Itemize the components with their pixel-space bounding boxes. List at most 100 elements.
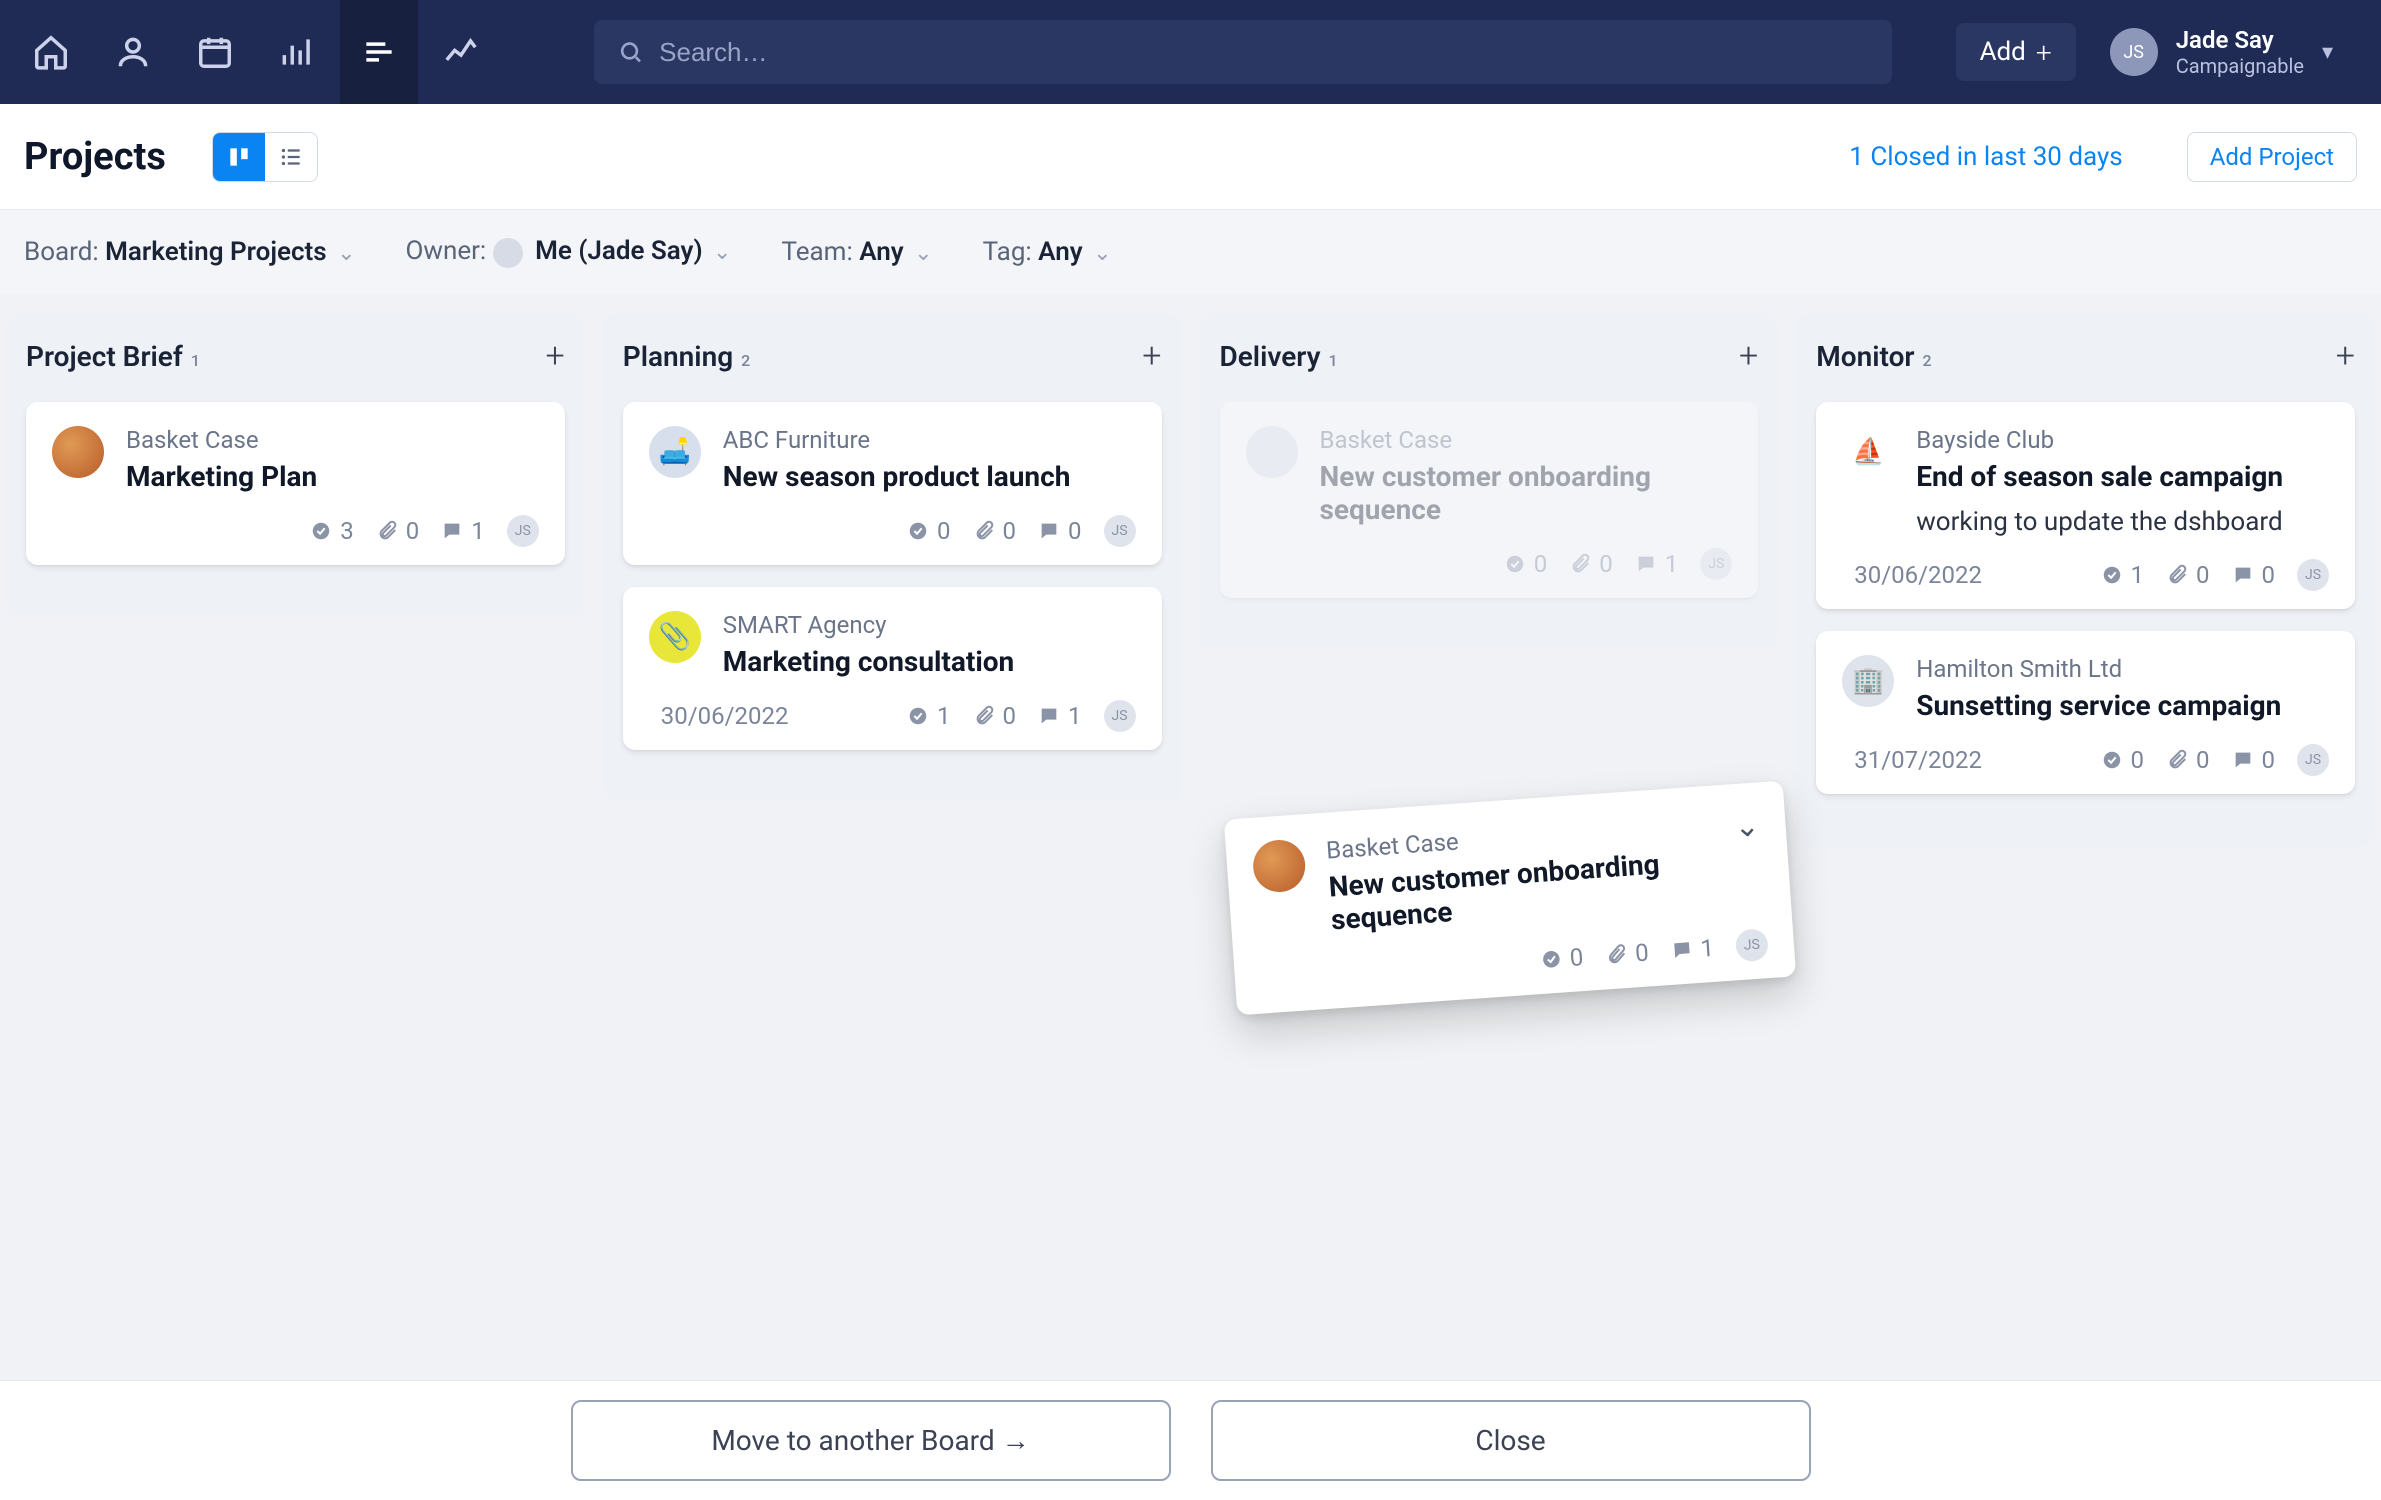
- chevron-down-icon: ⌄: [337, 241, 355, 266]
- team-filter[interactable]: Team: Any ⌄: [781, 237, 932, 267]
- column-count: 2: [741, 351, 750, 370]
- add-project-button[interactable]: Add Project: [2187, 132, 2357, 182]
- closed-link[interactable]: 1 Closed in last 30 days: [1849, 142, 2122, 172]
- column-count: 1: [191, 351, 200, 370]
- assignee-avatar-icon: JS: [507, 515, 539, 547]
- user-menu[interactable]: JS Jade Say Campaignable ▾: [2110, 26, 2363, 78]
- card-title: Marketing Plan: [126, 460, 539, 493]
- board-column: Project Brief1+ Basket Case Marketing Pl…: [6, 314, 585, 617]
- card-title: New season product launch: [723, 460, 1136, 493]
- user-avatar: JS: [2110, 28, 2158, 76]
- nav-list-icon[interactable]: [340, 0, 418, 104]
- search-input[interactable]: [659, 37, 1867, 68]
- assignee-avatar-icon: JS: [1104, 515, 1136, 547]
- client-avatar-icon: [1246, 426, 1298, 478]
- assignee-avatar-icon: JS: [1700, 548, 1732, 580]
- card-attachments: 0: [2166, 746, 2210, 774]
- card-attachments: 0: [973, 702, 1017, 730]
- card-title: Marketing consultation: [723, 645, 1136, 678]
- chevron-down-icon: ⌄: [914, 241, 932, 266]
- card-attachments: 0: [376, 517, 420, 545]
- chevron-down-icon[interactable]: ⌄: [1733, 808, 1761, 845]
- client-avatar-icon: [52, 426, 104, 478]
- assignee-avatar-icon: JS: [2297, 559, 2329, 591]
- column-title: Delivery: [1220, 340, 1321, 373]
- page-title: Projects: [24, 135, 166, 179]
- owner-avatar-icon: [493, 238, 523, 268]
- bottom-action-bar: Move to another Board → Close: [0, 1380, 2381, 1500]
- project-card[interactable]: Basket Case New customer onboarding sequ…: [1220, 402, 1759, 598]
- project-card[interactable]: Basket Case Marketing Plan 3 0 1: [26, 402, 565, 565]
- page-header: Projects 1 Closed in last 30 days Add Pr…: [0, 104, 2381, 210]
- plus-icon: +: [2036, 36, 2052, 69]
- card-comments: 1: [1038, 702, 1082, 730]
- nav-calendar-icon[interactable]: [176, 0, 254, 104]
- card-comments: 1: [1670, 934, 1715, 965]
- board-filter[interactable]: Board: Marketing Projects ⌄: [24, 237, 356, 267]
- client-avatar-icon: 🏢: [1842, 655, 1894, 707]
- card-checks: 1: [2101, 561, 2145, 589]
- card-comments: 1: [1635, 550, 1679, 578]
- filter-bar: Board: Marketing Projects ⌄ Owner: Me (J…: [0, 210, 2381, 294]
- client-avatar-icon: 🛋️: [649, 426, 701, 478]
- column-count: 1: [1329, 351, 1338, 370]
- nav-home-icon[interactable]: [12, 0, 90, 104]
- column-count: 2: [1923, 351, 1932, 370]
- client-name: Basket Case: [126, 426, 539, 454]
- dragging-card[interactable]: ⌄ Basket Case New customer onboarding se…: [1224, 781, 1796, 1016]
- project-card[interactable]: 🛋️ ABC Furniture New season product laun…: [623, 402, 1162, 565]
- add-card-button[interactable]: +: [2336, 336, 2355, 376]
- card-attachments: 0: [2166, 561, 2210, 589]
- card-title: Sunsetting service campaign: [1916, 689, 2329, 722]
- project-card[interactable]: ⛵ Bayside Club End of season sale campai…: [1816, 402, 2355, 609]
- assignee-avatar-icon: JS: [1735, 928, 1769, 962]
- project-card[interactable]: 🏢 Hamilton Smith Ltd Sunsetting service …: [1816, 631, 2355, 794]
- card-checks: 0: [1504, 550, 1548, 578]
- owner-filter[interactable]: Owner: Me (Jade Say) ⌄: [406, 236, 732, 267]
- list-view-toggle[interactable]: [265, 133, 317, 181]
- list-icon: [278, 144, 304, 170]
- card-comments: 0: [2232, 561, 2276, 589]
- client-avatar-icon: [1251, 838, 1307, 894]
- move-board-button[interactable]: Move to another Board →: [571, 1400, 1171, 1481]
- tag-filter[interactable]: Tag: Any ⌄: [983, 237, 1112, 267]
- kanban-board: Project Brief1+ Basket Case Marketing Pl…: [0, 294, 2381, 866]
- close-button[interactable]: Close: [1211, 1400, 1811, 1481]
- board-column: Delivery 1 + Basket Case New customer onbo…: [1200, 314, 1779, 650]
- add-card-button[interactable]: +: [1142, 336, 1161, 376]
- card-checks: 0: [907, 517, 951, 545]
- add-card-button[interactable]: +: [1739, 336, 1758, 376]
- client-name: Hamilton Smith Ltd: [1916, 655, 2329, 683]
- client-name: Bayside Club: [1916, 426, 2329, 454]
- card-date: 30/06/2022: [649, 702, 789, 730]
- project-card[interactable]: 📎 SMART Agency Marketing consultation 30…: [623, 587, 1162, 750]
- card-date: 30/06/2022: [1842, 561, 1982, 589]
- card-date: 31/07/2022: [1842, 746, 1982, 774]
- add-button-label: Add: [1980, 37, 2026, 67]
- card-checks: 3: [310, 517, 354, 545]
- card-title: New customer onboarding sequence: [1320, 460, 1733, 526]
- card-title: End of season sale campaign: [1916, 460, 2329, 493]
- chevron-down-icon: ⌄: [1093, 241, 1111, 266]
- assignee-avatar-icon: JS: [2297, 744, 2329, 776]
- add-card-button[interactable]: +: [546, 336, 565, 376]
- search-icon: [618, 39, 643, 65]
- card-comments: 0: [1038, 517, 1082, 545]
- nav-bars-icon[interactable]: [258, 0, 336, 104]
- chevron-down-icon: ▾: [2322, 40, 2333, 65]
- user-name: Jade Say: [2176, 26, 2304, 54]
- nav-person-icon[interactable]: [94, 0, 172, 104]
- board-view-toggle[interactable]: [213, 133, 265, 181]
- add-button[interactable]: Add +: [1956, 23, 2076, 81]
- column-title: Monitor: [1816, 340, 1914, 373]
- card-checks: 0: [1539, 943, 1584, 974]
- client-name: SMART Agency: [723, 611, 1136, 639]
- top-nav: Add + JS Jade Say Campaignable ▾: [0, 0, 2381, 104]
- card-checks: 0: [2101, 746, 2145, 774]
- column-title: Planning: [623, 340, 733, 373]
- board-column: Planning 2 + 🛋️ ABC Furniture New season p…: [603, 314, 1182, 802]
- search-input-wrap[interactable]: [594, 20, 1892, 84]
- board-icon: [226, 144, 252, 170]
- client-avatar-icon: 📎: [649, 611, 701, 663]
- nav-trend-icon[interactable]: [422, 0, 500, 104]
